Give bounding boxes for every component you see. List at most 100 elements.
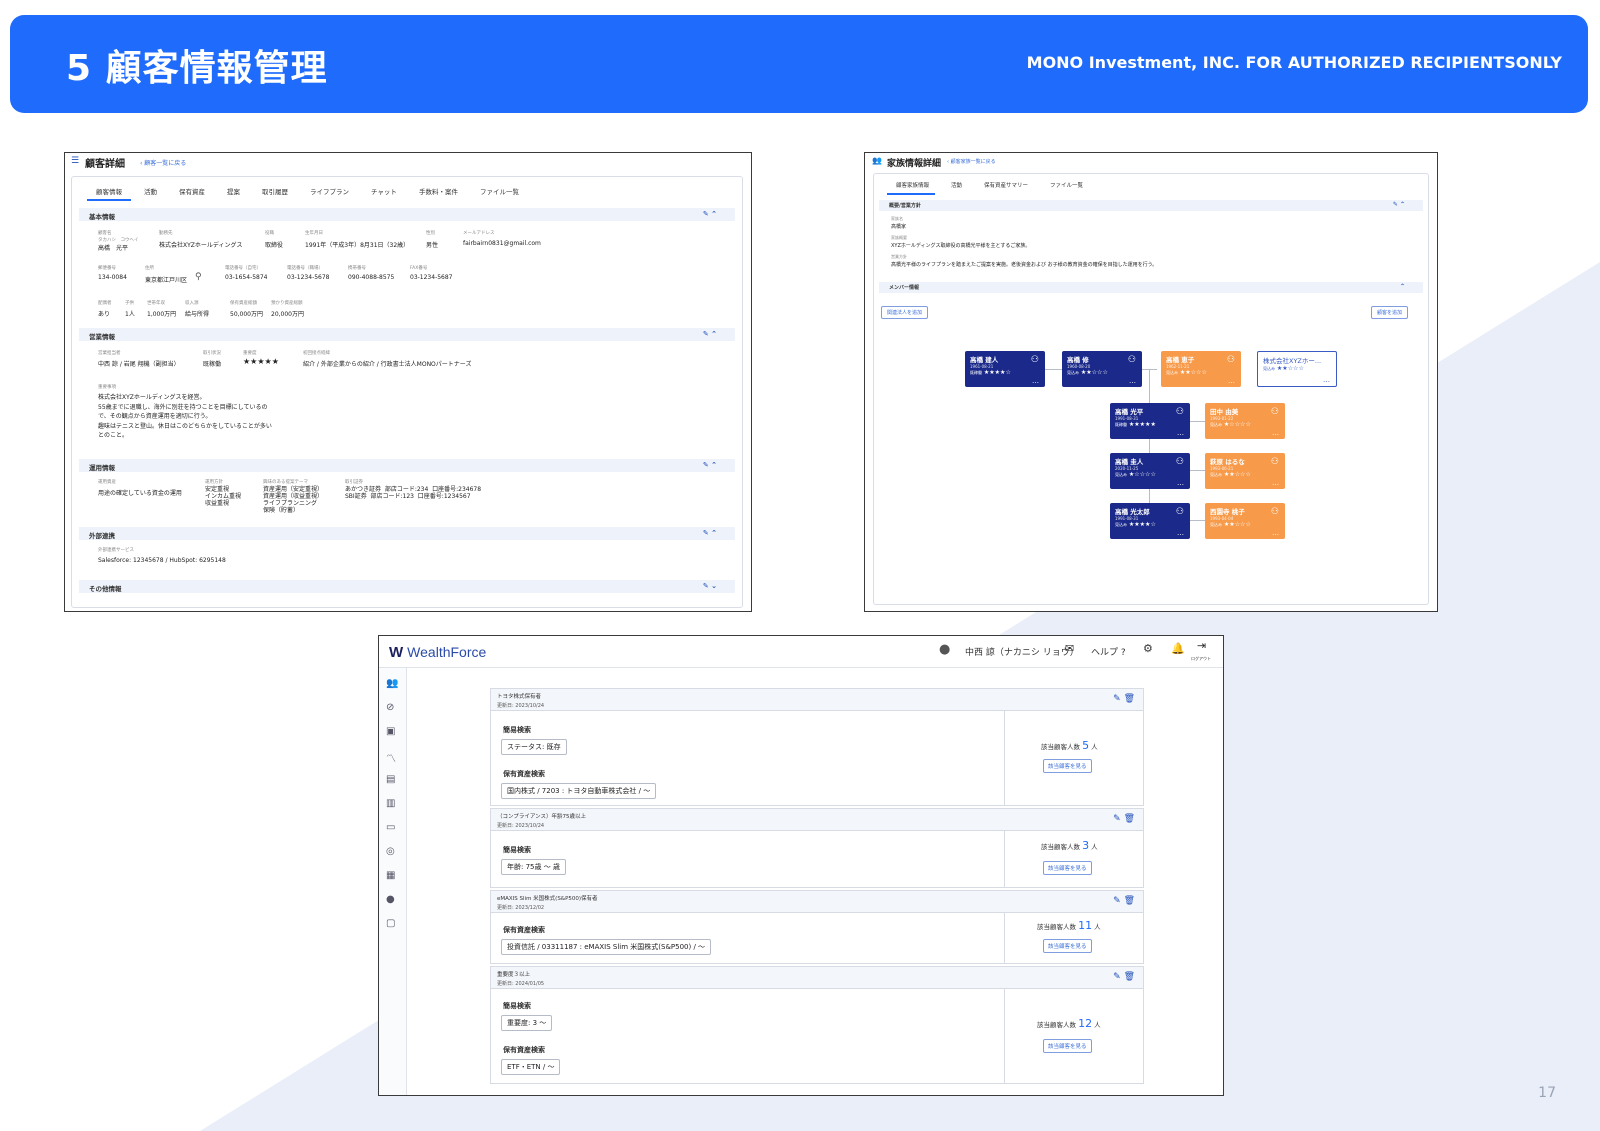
condition-chip[interactable]: 投資信託 / 03311187 : eMAXIS Slim 米国株式(S&P50… bbox=[501, 939, 712, 955]
section-overview[interactable]: 概要/営業方針 ✎ ⌃ bbox=[879, 200, 1423, 211]
archive-icon[interactable]: ▢ bbox=[386, 918, 395, 929]
family-member-card[interactable]: 高橋 光平 1991-08-31 既稼働 ★★★★★ ⚇… bbox=[1110, 403, 1190, 439]
report-icon[interactable]: ▤ bbox=[386, 774, 395, 785]
more-icon[interactable]: … bbox=[1177, 479, 1184, 487]
family-member-card[interactable]: 高橋 修 1960-08-20 見込み ★★☆☆☆ ⚇… bbox=[1062, 351, 1142, 387]
tab-family-activity[interactable]: 活動 bbox=[940, 181, 973, 189]
user-name[interactable]: 中西 諒（ナカニシ リョウ） bbox=[965, 645, 1079, 658]
tab-trade-history[interactable]: 取引履歴 bbox=[251, 186, 299, 196]
saved-search-card[interactable]: eMAXIS Slim 米国株式(S&P500)保有者 更新日: 2023/12… bbox=[490, 890, 1144, 964]
card-icon[interactable]: ▭ bbox=[386, 822, 395, 833]
analytics-icon[interactable]: 〽 bbox=[386, 750, 396, 765]
edit-delete-icons[interactable]: ✎ 🗑 bbox=[1113, 896, 1135, 906]
more-icon[interactable]: … bbox=[1272, 479, 1279, 487]
related-company-card[interactable]: 株式会社XYZホー... 見込み ★★☆☆☆ … bbox=[1257, 351, 1337, 387]
add-related-company-button[interactable]: 関連法人を追加 bbox=[881, 306, 929, 319]
tab-fees[interactable]: 手数料・案件 bbox=[408, 186, 469, 196]
section-operation-info[interactable]: 運用情報 ✎ ⌃ bbox=[79, 459, 735, 472]
person-settings-icon[interactable]: ⚇ bbox=[1271, 457, 1279, 467]
more-icon[interactable]: … bbox=[1272, 429, 1279, 437]
person-settings-icon[interactable]: ⚇ bbox=[1227, 355, 1235, 365]
tab-family-info[interactable]: 顧客家族情報 bbox=[885, 181, 940, 189]
email-value[interactable]: fairbairn0831@gmail.com bbox=[463, 240, 541, 247]
saved-search-card[interactable]: （コンプライアンス）年齢75歳以上 更新日: 2023/10/24 ✎ 🗑 簡易… bbox=[490, 808, 1144, 888]
edit-collapse-icons[interactable]: ✎ ⌃ bbox=[703, 529, 717, 537]
support-icon[interactable]: ◎ bbox=[386, 846, 395, 857]
condition-chip[interactable]: 重要度: 3 〜 bbox=[501, 1015, 553, 1031]
section-basic-info[interactable]: 基本情報 ✎ ⌃ bbox=[79, 208, 735, 221]
logout-icon[interactable]: ⇥ bbox=[1197, 639, 1206, 652]
section-members[interactable]: メンバー情報 ⌃ bbox=[879, 282, 1423, 293]
back-to-family-list-link[interactable]: ‹ 顧客家族一覧に戻る bbox=[947, 158, 996, 165]
family-member-card[interactable]: 西園寺 桃子 1993-04-04 見込み ★★☆☆☆ ⚇… bbox=[1205, 503, 1285, 539]
edit-delete-icons[interactable]: ✎ 🗑 bbox=[1113, 694, 1135, 704]
condition-chip[interactable]: ETF・ETN / 〜 bbox=[501, 1059, 561, 1075]
family-member-card[interactable]: 高橋 恵子 1962-11-21 見込み ★★☆☆☆ ⚇… bbox=[1161, 351, 1241, 387]
section-sales-info[interactable]: 営業情報 ✎ ⌃ bbox=[79, 328, 735, 341]
tab-customer-info[interactable]: 顧客情報 bbox=[85, 186, 133, 196]
logout-label[interactable]: ログアウト bbox=[1191, 656, 1211, 662]
document-icon[interactable]: ▦ bbox=[386, 870, 395, 881]
wealthforce-logo[interactable]: W WealthForce bbox=[389, 644, 486, 661]
person-settings-icon[interactable]: ⚇ bbox=[1031, 355, 1039, 365]
person-settings-icon[interactable]: ⚇ bbox=[1176, 507, 1184, 517]
edit-delete-icons[interactable]: ✎ 🗑 bbox=[1113, 972, 1135, 982]
chat-icon[interactable]: ✉ bbox=[1065, 642, 1074, 655]
saved-search-card[interactable]: 重要度３以上 更新日: 2024/01/05 ✎ 🗑 簡易検索 重要度: 3 〜… bbox=[490, 966, 1144, 1084]
map-pin-icon[interactable]: ⚲ bbox=[195, 272, 202, 282]
help-link[interactable]: ヘルプ ? bbox=[1091, 645, 1126, 658]
bar-chart-icon[interactable]: ▥ bbox=[386, 798, 395, 809]
more-icon[interactable]: … bbox=[1032, 377, 1039, 385]
more-icon[interactable]: … bbox=[1129, 377, 1136, 385]
tab-chat[interactable]: チャット bbox=[360, 186, 408, 196]
coin-icon[interactable]: ● bbox=[386, 894, 395, 905]
view-customers-button[interactable]: 該当顧客を見る bbox=[1043, 939, 1092, 953]
check-icon[interactable]: ⊘ bbox=[386, 702, 394, 713]
user-avatar-icon[interactable]: ● bbox=[939, 642, 950, 657]
add-member-button[interactable]: 顧客を追加 bbox=[1371, 306, 1409, 319]
customers-icon[interactable]: 👥 bbox=[386, 678, 398, 689]
person-settings-icon[interactable]: ⚇ bbox=[1128, 355, 1136, 365]
family-member-card[interactable]: 高橋 建人 1961-08-21 既稼働 ★★★★☆ ⚇… bbox=[965, 351, 1045, 387]
view-customers-button[interactable]: 該当顧客を見る bbox=[1043, 861, 1092, 875]
tab-files[interactable]: ファイル一覧 bbox=[469, 186, 530, 196]
tab-life-plan[interactable]: ライフプラン bbox=[299, 186, 360, 196]
tab-holdings[interactable]: 保有資産 bbox=[168, 186, 216, 196]
saved-search-card[interactable]: トヨタ株式保有者 更新日: 2023/10/24 ✎ 🗑 簡易検索 ステータス:… bbox=[490, 688, 1144, 806]
view-customers-button[interactable]: 該当顧客を見る bbox=[1043, 1039, 1092, 1053]
family-member-card[interactable]: 高橋 光太郎 1991-08-31 見込み ★★★★☆ ⚇… bbox=[1110, 503, 1190, 539]
more-icon[interactable]: … bbox=[1272, 529, 1279, 537]
family-member-card[interactable]: 萩原 はるな 1993-06-21 見込み ★★☆☆☆ ⚇… bbox=[1205, 453, 1285, 489]
person-settings-icon[interactable]: ⚇ bbox=[1271, 407, 1279, 417]
family-member-card[interactable]: 高橋 圭人 2020-11-25 見込み ★☆☆☆☆ ⚇… bbox=[1110, 453, 1190, 489]
back-to-customer-list-link[interactable]: ‹ 顧客一覧に戻る bbox=[140, 158, 186, 167]
tab-family-files[interactable]: ファイル一覧 bbox=[1039, 181, 1094, 189]
image-icon[interactable]: ▣ bbox=[386, 726, 395, 737]
bell-icon[interactable]: 🔔 bbox=[1171, 642, 1185, 655]
person-settings-icon[interactable]: ⚇ bbox=[1271, 507, 1279, 517]
gear-icon[interactable]: ⚙ bbox=[1143, 642, 1153, 655]
edit-delete-icons[interactable]: ✎ 🗑 bbox=[1113, 814, 1135, 824]
condition-chip[interactable]: 国内株式 / 7203 : トヨタ自動車株式会社 / 〜 bbox=[501, 783, 657, 799]
tab-proposal[interactable]: 提案 bbox=[216, 186, 251, 196]
edit-expand-icons[interactable]: ✎ ⌄ bbox=[703, 582, 717, 590]
tab-holdings-summary[interactable]: 保有資産サマリー bbox=[973, 181, 1039, 189]
more-icon[interactable]: … bbox=[1177, 429, 1184, 437]
section-other[interactable]: その他情報 ✎ ⌄ bbox=[79, 580, 735, 593]
edit-collapse-icons[interactable]: ✎ ⌃ bbox=[703, 330, 717, 338]
family-member-card[interactable]: 田中 由美 1993-01-22 見込み ★☆☆☆☆ ⚇… bbox=[1205, 403, 1285, 439]
tab-activity[interactable]: 活動 bbox=[133, 186, 168, 196]
more-icon[interactable]: … bbox=[1177, 529, 1184, 537]
condition-chip[interactable]: ステータス: 既存 bbox=[501, 739, 567, 755]
more-icon[interactable]: … bbox=[1323, 376, 1330, 384]
section-external[interactable]: 外部連携 ✎ ⌃ bbox=[79, 527, 735, 540]
condition-chip[interactable]: 年齢: 75歳 〜 歳 bbox=[501, 859, 566, 875]
collapse-icon[interactable]: ⌃ bbox=[1400, 283, 1405, 290]
view-customers-button[interactable]: 該当顧客を見る bbox=[1043, 759, 1092, 773]
edit-collapse-icons[interactable]: ✎ ⌃ bbox=[1393, 201, 1405, 208]
person-settings-icon[interactable]: ⚇ bbox=[1176, 407, 1184, 417]
person-settings-icon[interactable]: ⚇ bbox=[1176, 457, 1184, 467]
edit-collapse-icons[interactable]: ✎ ⌃ bbox=[703, 461, 717, 469]
edit-collapse-icons[interactable]: ✎ ⌃ bbox=[703, 210, 717, 218]
more-icon[interactable]: … bbox=[1228, 377, 1235, 385]
